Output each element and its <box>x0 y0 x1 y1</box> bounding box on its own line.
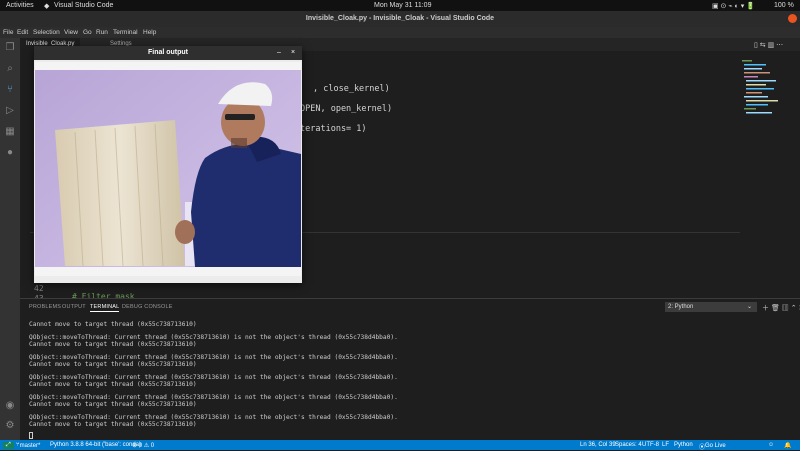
menu-terminal[interactable]: Terminal <box>113 29 138 36</box>
window-title: Invisible_Cloak.py - Invisible_Cloak - V… <box>305 15 495 22</box>
opencv-output-window[interactable]: Final output – × <box>34 46 302 283</box>
terminal-line: QObject::moveToThread: Current thread (0… <box>29 354 398 361</box>
terminal-line: QObject::moveToThread: Current thread (0… <box>29 394 398 401</box>
source-control-icon[interactable]: ⑂ <box>4 84 16 96</box>
close-window-button[interactable] <box>788 14 797 23</box>
menu-edit[interactable]: Edit <box>17 29 28 36</box>
activities-button[interactable]: Activities <box>6 2 34 9</box>
account-icon[interactable]: ◉ <box>4 400 16 412</box>
clock[interactable]: Mon May 31 11:09 <box>374 2 431 9</box>
interpreter-status[interactable]: Python 3.8.8 64-bit ('base': conda) <box>50 442 141 448</box>
explorer-icon[interactable]: ❐ <box>4 42 16 54</box>
problems-status[interactable]: ⊗ 0 ⚠ 0 <box>132 442 154 449</box>
github-icon[interactable]: ● <box>4 147 16 159</box>
panel-actions-icons[interactable]: ＋ 🗑 ▥ ⌃ ✕ <box>762 303 800 313</box>
activity-bar: ❐ ⌕ ⑂ ▷ ▦ ● ◉ ⚙ <box>0 38 20 440</box>
tab-debug-console[interactable]: DEBUG CONSOLE <box>122 304 173 310</box>
opencv-window-title: Final output <box>147 49 189 56</box>
menu-run[interactable]: Run <box>96 29 108 36</box>
eol-status[interactable]: LF <box>662 442 669 448</box>
tray-icons[interactable]: ▣ ⊙ ⌁ ◐ ▾ 🔋 <box>712 2 755 10</box>
minimap[interactable] <box>742 56 784 136</box>
branch-label: master* <box>19 443 41 449</box>
app-menu[interactable]: Visual Studio Code <box>54 2 113 9</box>
line-number: 42 <box>34 284 44 293</box>
close-icon[interactable]: × <box>291 46 295 60</box>
search-icon[interactable]: ⌕ <box>4 63 16 75</box>
tab-terminal[interactable]: TERMINAL <box>90 304 120 312</box>
battery-label[interactable]: 100 % <box>774 2 794 9</box>
terminal-line: QObject::moveToThread: Current thread (0… <box>29 374 398 381</box>
minimize-icon[interactable]: – <box>277 46 281 60</box>
terminal-line: QObject::moveToThread: Current thread (0… <box>29 334 398 341</box>
code-line[interactable]: , close_kernel) <box>313 84 390 94</box>
menu-file[interactable]: File <box>3 29 13 36</box>
terminal-line: Cannot move to target thread (0x55c73871… <box>29 421 197 428</box>
window-titlebar: Invisible_Cloak.py - Invisible_Cloak - V… <box>0 11 800 27</box>
system-top-bar: Activities ◆ Visual Studio Code Mon May … <box>0 0 800 11</box>
menu-go[interactable]: Go <box>83 29 92 36</box>
gear-icon[interactable]: ⚙ <box>4 420 16 432</box>
cursor-position[interactable]: Ln 36, Col 39 <box>580 442 616 448</box>
terminal-line: QObject::moveToThread: Current thread (0… <box>29 414 398 421</box>
terminal-line: Cannot move to target thread (0x55c73871… <box>29 361 197 368</box>
indentation-status[interactable]: Spaces: 4 <box>615 442 642 448</box>
vscode-icon: ◆ <box>44 3 50 10</box>
branch-status[interactable]: ⑂ master* <box>16 442 40 450</box>
terminal-cursor[interactable] <box>29 432 33 439</box>
status-bar: ⤢ ⑂ master* Python 3.8.8 64-bit ('base':… <box>0 440 800 451</box>
menu-selection[interactable]: Selection <box>33 29 60 36</box>
menu-view[interactable]: View <box>64 29 78 36</box>
webcam-frame-illustration <box>35 62 301 276</box>
feedback-icon[interactable]: ☺ <box>768 442 774 448</box>
tab-output[interactable]: OUTPUT <box>62 304 86 310</box>
run-debug-icon[interactable]: ▷ <box>4 105 16 117</box>
chevron-down-icon: ⌄ <box>747 304 753 310</box>
notifications-icon[interactable]: 🔔 <box>784 442 791 449</box>
terminal-select-value: 2: Python <box>668 303 694 310</box>
terminal-line: Cannot move to target thread (0x55c73871… <box>29 341 197 348</box>
tab-problems[interactable]: PROBLEMS <box>29 304 61 310</box>
terminal-line: Cannot move to target thread (0x55c73871… <box>29 401 197 408</box>
remote-icon[interactable]: ⤢ <box>3 441 14 449</box>
terminal-select[interactable]: 2: Python ⌄ <box>665 302 757 312</box>
bottom-panel: PROBLEMS OUTPUT TERMINAL DEBUG CONSOLE 2… <box>20 298 800 440</box>
terminal-line: Cannot move to target thread (0x55c73871… <box>29 381 197 388</box>
extensions-icon[interactable]: ▦ <box>4 126 16 138</box>
language-mode[interactable]: Python <box>674 442 693 448</box>
code-line[interactable]: terations= 1) <box>300 124 367 134</box>
menu-help[interactable]: Help <box>143 29 156 36</box>
terminal-line: Cannot move to target thread (0x55c73871… <box>29 321 197 328</box>
go-live-button[interactable]: ⦿ Go Live <box>699 442 726 451</box>
split-editor-icon[interactable]: ▯ ⇆ ▥ ⋯ <box>754 41 783 49</box>
webcam-frame-image <box>35 62 301 276</box>
code-line[interactable]: OPEN, open_kernel) <box>300 104 392 114</box>
go-live-label: Go Live <box>705 443 726 449</box>
opencv-window-titlebar[interactable]: Final output – × <box>34 46 302 60</box>
menu-bar: File Edit Selection View Go Run Terminal… <box>0 27 800 38</box>
encoding-status[interactable]: UTF-8 <box>642 442 659 448</box>
